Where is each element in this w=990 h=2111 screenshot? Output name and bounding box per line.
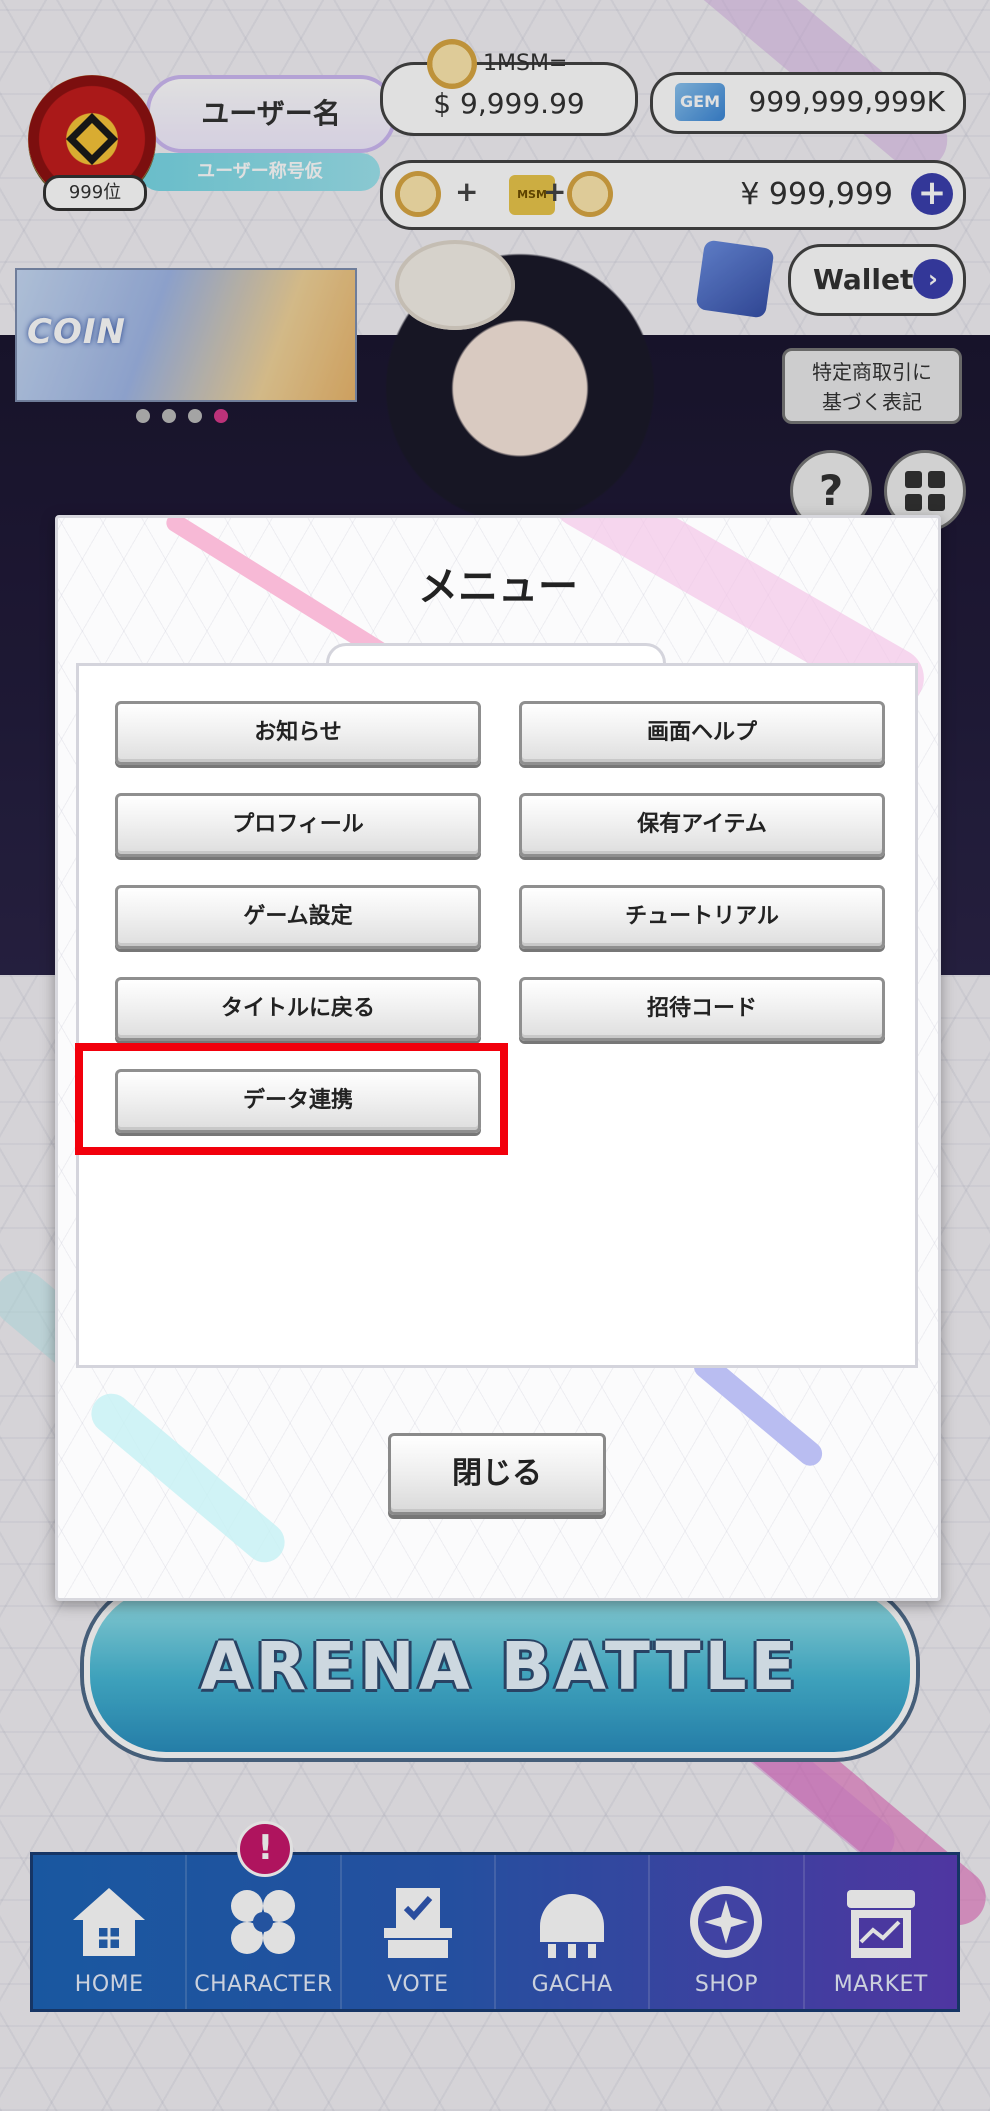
tutorial-button[interactable]: チュートリアル	[519, 885, 885, 949]
profile-button[interactable]: プロフィール	[115, 793, 481, 857]
game-settings-button[interactable]: ゲーム設定	[115, 885, 481, 949]
menu-button-panel: お知らせ 画面ヘルプ プロフィール 保有アイテム ゲーム設定 チュートリアル タ…	[76, 663, 918, 1368]
owned-items-button[interactable]: 保有アイテム	[519, 793, 885, 857]
close-button[interactable]: 閉じる	[388, 1433, 606, 1515]
back-to-title-button[interactable]: タイトルに戻る	[115, 977, 481, 1041]
menu-title: メニュー	[418, 564, 578, 610]
invite-code-button[interactable]: 招待コード	[519, 977, 885, 1041]
news-button[interactable]: お知らせ	[115, 701, 481, 765]
highlight-box	[75, 1043, 508, 1155]
screen-help-button[interactable]: 画面ヘルプ	[519, 701, 885, 765]
